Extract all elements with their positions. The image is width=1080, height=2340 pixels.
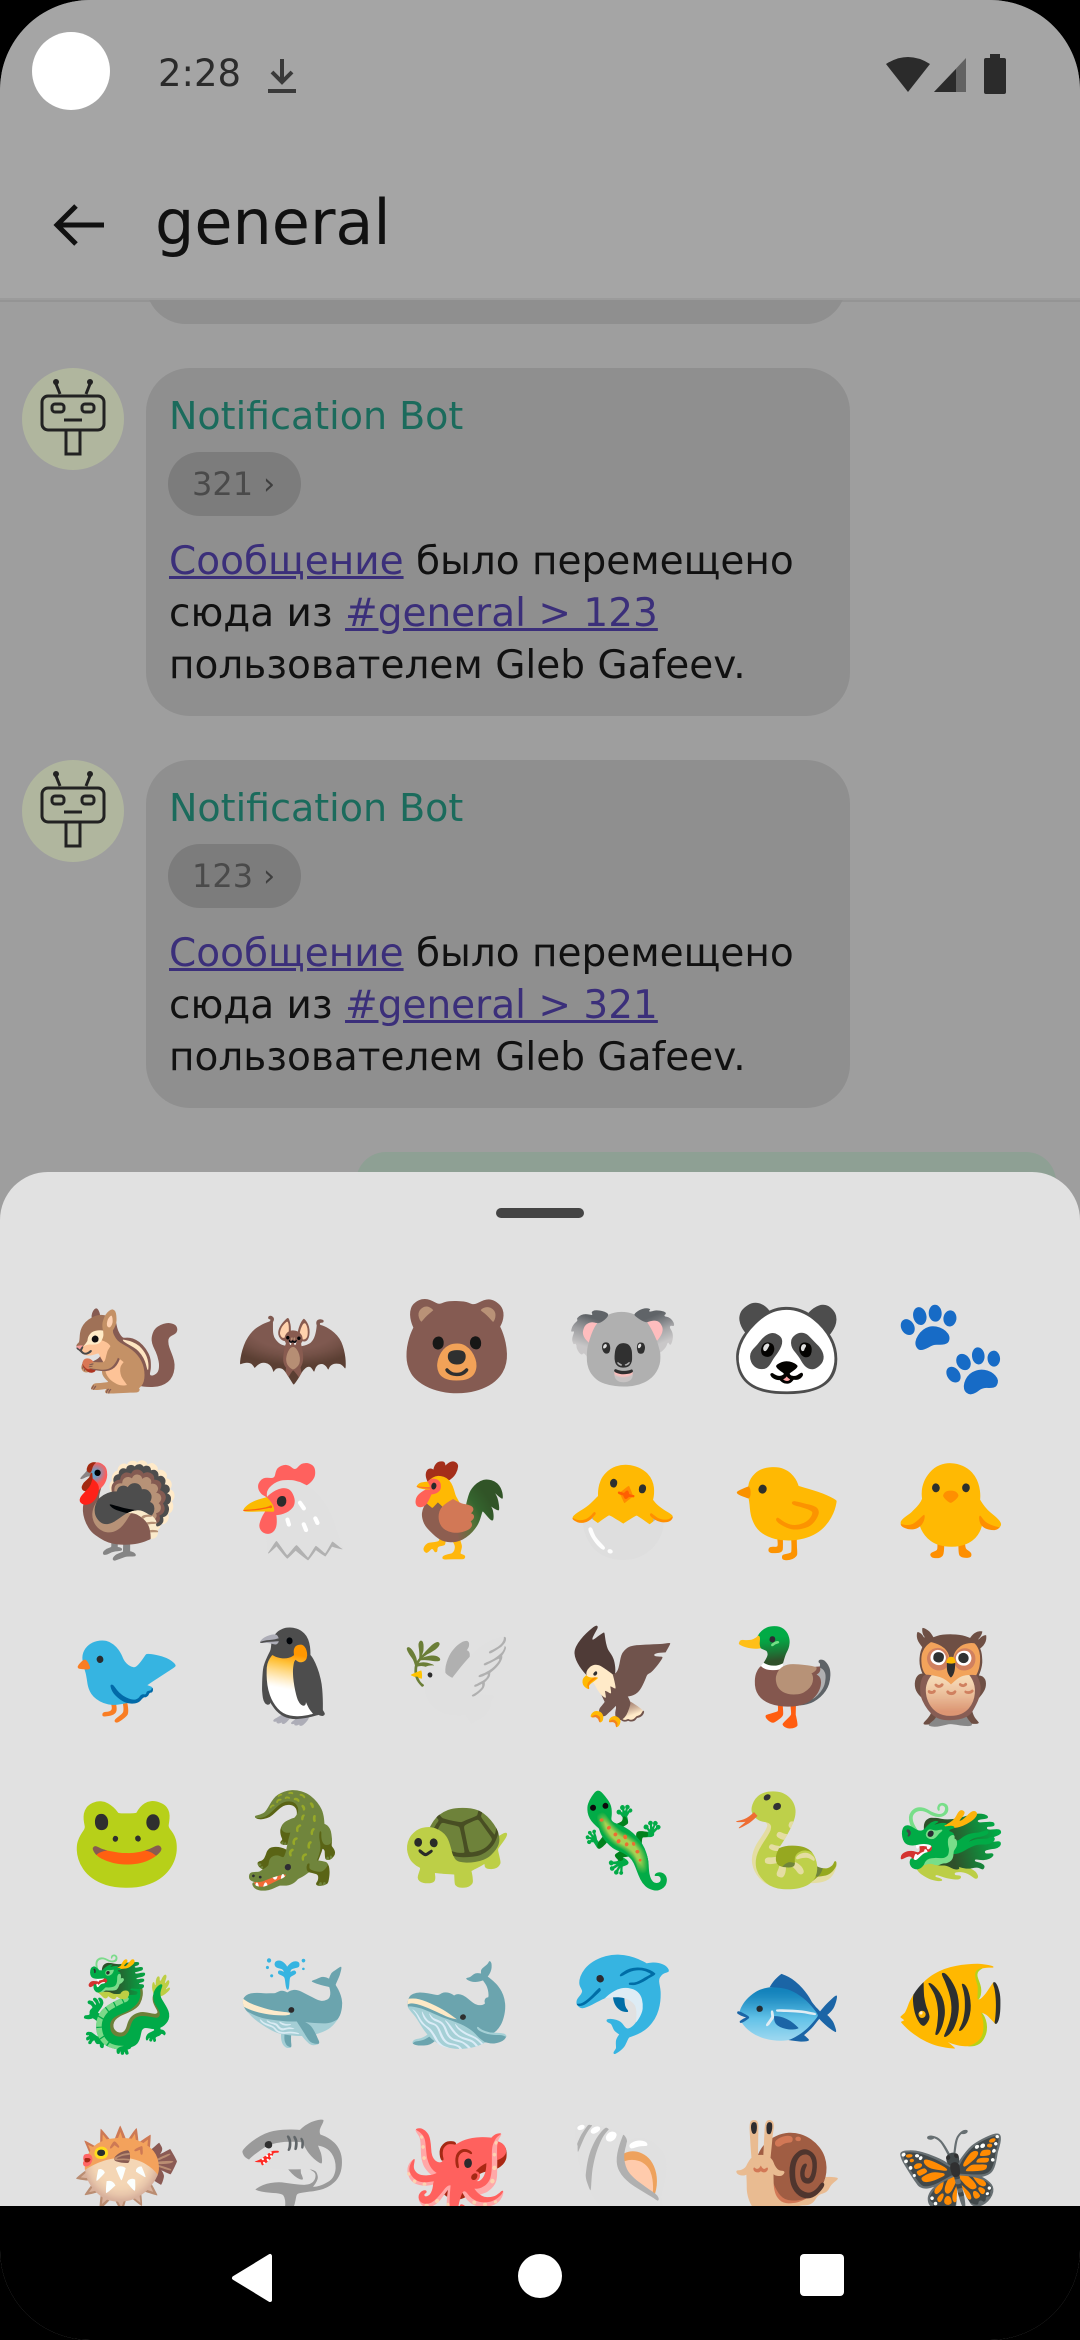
chevron-right-icon: › (263, 858, 276, 894)
message-text: Сообщение было перемещено сюда из #gener… (169, 536, 829, 692)
battery-icon (984, 54, 1006, 94)
message-bubble[interactable]: Notification Bot 321 › Сообщение было пе… (146, 368, 850, 716)
nav-recents-icon[interactable] (800, 2254, 844, 2296)
emoji-button[interactable]: 🐠 (886, 1940, 1016, 2070)
emoji-button[interactable]: 🐓 (392, 1446, 522, 1576)
emoji-button[interactable]: 🦈 (228, 2104, 358, 2213)
emoji-button[interactable]: 🐾 (886, 1282, 1016, 1412)
emoji-button[interactable]: 🐊 (228, 1776, 358, 1906)
channel-title: general (155, 186, 391, 259)
download-icon (268, 59, 296, 93)
message-text-part: пользователем Gleb Gafeev. (169, 1035, 746, 1080)
emoji-button[interactable]: 🐉 (62, 1940, 192, 2070)
sender-name[interactable]: Notification Bot (169, 394, 463, 438)
emoji-picker-sheet[interactable]: 🐿️ 🦇 🐻 🐨 🐼 🐾 🦃 🐔 🐓 🐣 🐤 🐥 🐦 🐧 🕊️ 🦅 🦆 🦉 🐸 🐊 🐢 🦎 🐍 🐲 🐉 🐳 🐋 🐬 🐟 🐠 🐡 🦈 🐙 🐚 🐌 🦋 (0, 1172, 1080, 2212)
robot-icon (40, 379, 106, 456)
message-list[interactable]: Notification Bot 321 › Сообщение было пе… (0, 300, 1080, 1180)
wifi-icon (886, 57, 930, 92)
emoji-button[interactable]: 🐔 (228, 1446, 358, 1576)
emoji-button[interactable]: 🐲 (886, 1776, 1016, 1906)
navigation-bar (0, 2206, 1080, 2340)
robot-icon (40, 771, 106, 848)
emoji-button[interactable]: 🦆 (722, 1612, 852, 1742)
bot-avatar[interactable] (22, 368, 124, 470)
emoji-button[interactable]: 🐣 (558, 1446, 688, 1576)
camera-cutout (32, 32, 110, 110)
emoji-button[interactable]: 🐚 (558, 2104, 688, 2213)
emoji-button[interactable]: 🐨 (558, 1282, 688, 1412)
status-time: 2:28 (158, 52, 242, 95)
emoji-button[interactable]: 🐢 (392, 1776, 522, 1906)
emoji-button[interactable]: 🐬 (558, 1940, 688, 2070)
emoji-button[interactable]: 🐼 (722, 1282, 852, 1412)
emoji-button[interactable]: 🐳 (228, 1940, 358, 2070)
topic-chip[interactable]: 123 › (168, 844, 302, 908)
emoji-button[interactable]: 🐿️ (62, 1282, 192, 1412)
status-bar: 2:28 (0, 0, 1080, 150)
nav-back-icon[interactable] (226, 2252, 278, 2304)
topic-link[interactable]: #general > 321 (345, 983, 658, 1028)
emoji-button[interactable]: 🐌 (722, 2104, 852, 2213)
emoji-button[interactable]: 🐻 (392, 1282, 522, 1412)
topic-chip[interactable]: 321 › (168, 452, 302, 516)
signal-icon (934, 58, 966, 92)
emoji-button[interactable]: 🦉 (886, 1612, 1016, 1742)
bot-avatar[interactable] (22, 760, 124, 862)
sender-name[interactable]: Notification Bot (169, 786, 463, 830)
emoji-grid[interactable]: 🐿️ 🦇 🐻 🐨 🐼 🐾 🦃 🐔 🐓 🐣 🐤 🐥 🐦 🐧 🕊️ 🦅 🦆 🦉 🐸 🐊 🐢 🦎 🐍 🐲 🐉 🐳 🐋 🐬 🐟 🐠 🐡 🦈 🐙 🐚 🐌 🦋 (0, 1172, 1080, 2213)
message-link[interactable]: Сообщение (169, 539, 404, 584)
emoji-button[interactable]: 🦇 (228, 1282, 358, 1412)
message-link[interactable]: Сообщение (169, 931, 404, 976)
message-text: Сообщение было перемещено сюда из #gener… (169, 928, 829, 1084)
emoji-button[interactable]: 🦋 (886, 2104, 1016, 2213)
message-text-part: пользователем Gleb Gafeev. (169, 643, 746, 688)
previous-message-bubble (146, 300, 846, 324)
topic-label: 321 (192, 465, 254, 503)
emoji-button[interactable]: 🐸 (62, 1776, 192, 1906)
emoji-button[interactable]: 🦃 (62, 1446, 192, 1576)
emoji-button[interactable]: 🐋 (392, 1940, 522, 2070)
emoji-button[interactable]: 🐦 (62, 1612, 192, 1742)
emoji-button[interactable]: 🐙 (392, 2104, 522, 2213)
emoji-button[interactable]: 🦎 (558, 1776, 688, 1906)
emoji-button[interactable]: 🐤 (722, 1446, 852, 1576)
emoji-button[interactable]: 🐡 (62, 2104, 192, 2213)
back-arrow-button[interactable] (42, 188, 116, 262)
topic-label: 123 (192, 857, 254, 895)
emoji-button[interactable]: 🐧 (228, 1612, 358, 1742)
emoji-button[interactable]: 🐥 (886, 1446, 1016, 1576)
emoji-button[interactable]: 🐍 (722, 1776, 852, 1906)
message-bubble[interactable]: Notification Bot 123 › Сообщение было пе… (146, 760, 850, 1108)
topic-link[interactable]: #general > 123 (345, 591, 658, 636)
app-bar: general (0, 150, 1080, 300)
emoji-button[interactable]: 🐟 (722, 1940, 852, 2070)
emoji-button[interactable]: 🦅 (558, 1612, 688, 1742)
emoji-button[interactable]: 🕊️ (392, 1612, 522, 1742)
chevron-right-icon: › (263, 466, 276, 502)
nav-home-icon[interactable] (518, 2254, 562, 2298)
screen: 2:28 general Notification Bot 321 › Сооб… (0, 0, 1080, 2340)
